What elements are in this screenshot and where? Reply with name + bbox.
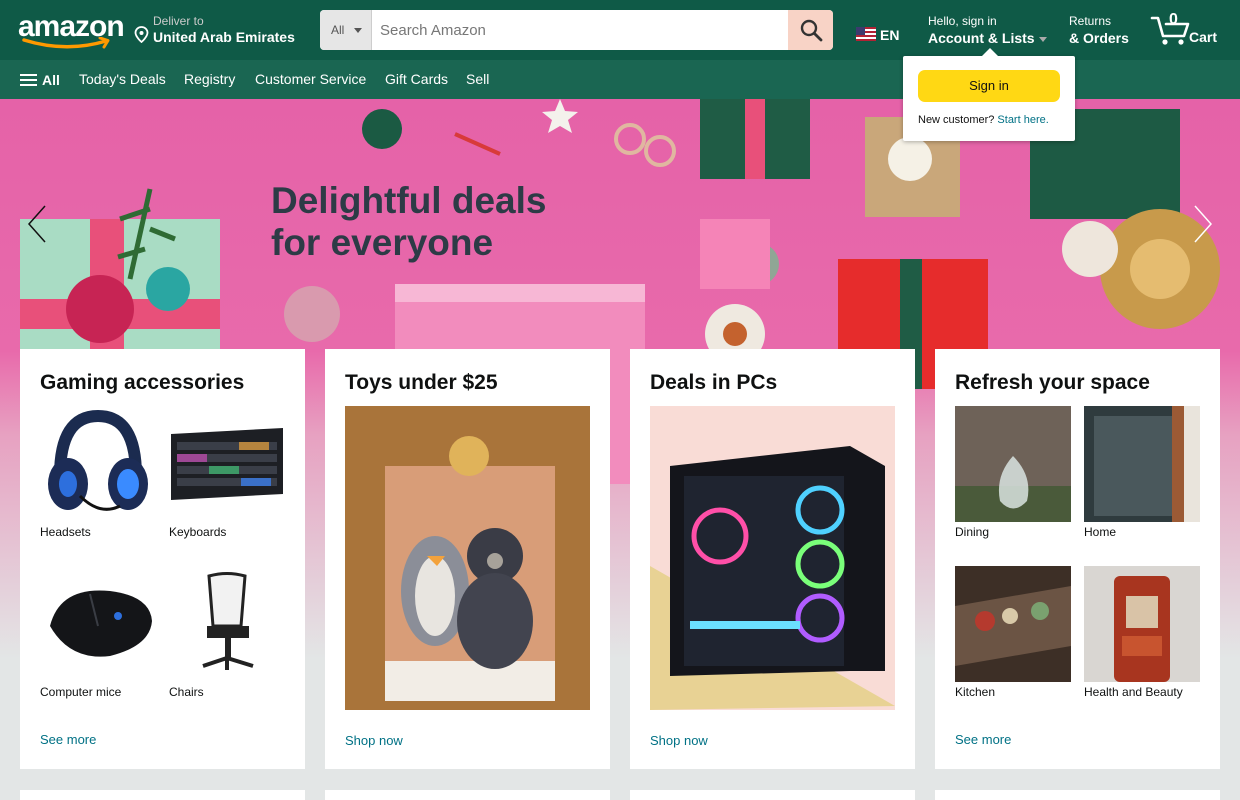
pcs-image[interactable] [650, 406, 895, 710]
search-category-dropdown[interactable]: All [320, 10, 372, 50]
subnav-item-registry[interactable]: Registry [184, 71, 235, 87]
kitchen-image [955, 566, 1071, 682]
keyboards-image [169, 406, 285, 522]
tile-label: Keyboards [169, 525, 227, 539]
tile-label: Headsets [40, 525, 91, 539]
tile-keyboards[interactable]: Keyboards [169, 406, 285, 539]
language-code: EN [880, 27, 900, 43]
health-and-beauty-image [1084, 566, 1200, 682]
new-customer-text: New customer? Start here. [918, 114, 1049, 126]
subnav-item-customer-service[interactable]: Customer Service [255, 71, 366, 87]
hero-title-line-2: for everyone [271, 222, 494, 263]
us-flag-icon [856, 27, 876, 41]
search-category-label: All [331, 23, 345, 37]
search-icon [800, 19, 822, 42]
card-title: Refresh your space [955, 371, 1150, 394]
subnav-item-gift-cards[interactable]: Gift Cards [385, 71, 448, 87]
headsets-image [40, 406, 156, 522]
chairs-image [169, 566, 285, 682]
amazon-logo[interactable]: amazon [18, 12, 125, 50]
tile-dining[interactable]: Dining [955, 406, 1071, 539]
returns-label: Returns [1069, 14, 1112, 28]
carousel-next-icon[interactable] [1192, 204, 1214, 244]
location-pin-icon [134, 26, 149, 43]
tile-label: Home [1084, 525, 1117, 539]
hamburger-icon [20, 71, 37, 89]
returns-and-orders[interactable]: Returns & Orders [1069, 14, 1129, 46]
card-title: Gaming accessories [40, 371, 245, 394]
account-and-lists[interactable]: Hello, sign in Account & Lists [928, 14, 1047, 46]
tile-headsets[interactable]: Headsets [40, 406, 156, 539]
flyout-arrow [982, 48, 998, 56]
chevron-down-icon [1038, 36, 1047, 42]
subnav-item-todays-deals[interactable]: Today's Deals [79, 71, 166, 87]
orders-label: & Orders [1069, 30, 1129, 46]
signin-button[interactable]: Sign in [918, 70, 1060, 102]
tile-home[interactable]: Home [1084, 406, 1200, 539]
card-next-row [935, 790, 1220, 800]
account-label: Account & Lists [928, 30, 1035, 46]
subnav-item-sell[interactable]: Sell [466, 71, 489, 87]
chevron-down-icon [354, 28, 362, 33]
tile-label: Computer mice [40, 685, 122, 699]
tile-label: Health and Beauty [1084, 685, 1183, 699]
card-gaming-accessories: Gaming accessories Headsets Keyboards Co… [20, 349, 305, 769]
card-toys-under-25: Toys under $25 Shop now [325, 349, 610, 769]
tile-kitchen[interactable]: Kitchen [955, 566, 1071, 699]
tile-chairs[interactable]: Chairs [169, 566, 285, 699]
shop-now-link[interactable]: Shop now [650, 733, 708, 748]
top-nav: amazon Deliver to United Arab Emirates A… [0, 0, 1240, 60]
cart-button[interactable]: 0 Cart [1150, 10, 1224, 50]
cart-label: Cart [1189, 29, 1218, 45]
card-next-row [325, 790, 610, 800]
search-bar: All [320, 10, 833, 50]
hero-title: Delightful deals for everyone [271, 180, 546, 264]
dining-image [955, 406, 1071, 522]
search-button[interactable] [788, 10, 833, 50]
search-input[interactable] [372, 10, 788, 50]
all-menu-button[interactable]: All [20, 71, 60, 89]
cart-count: 0 [1169, 11, 1178, 28]
card-next-row [20, 790, 305, 800]
card-title: Toys under $25 [345, 371, 498, 394]
see-more-link[interactable]: See more [40, 732, 96, 747]
card-next-row [630, 790, 915, 800]
carousel-prev-icon[interactable] [26, 204, 48, 244]
new-customer-label: New customer? [918, 114, 995, 126]
deliver-location: United Arab Emirates [153, 29, 295, 45]
tile-health-and-beauty[interactable]: Health and Beauty [1084, 566, 1200, 699]
tile-label: Kitchen [955, 685, 996, 699]
toys-image[interactable] [345, 406, 590, 710]
hero-title-line-1: Delightful deals [271, 180, 547, 221]
tile-computer-mice[interactable]: Computer mice [40, 566, 156, 699]
card-refresh-your-space: Refresh your space Dining Home Kitchen H… [935, 349, 1220, 769]
deliver-to-label: Deliver to [153, 14, 204, 28]
see-more-link[interactable]: See more [955, 732, 1011, 747]
home-image [1084, 406, 1200, 522]
logo-smile-icon [22, 37, 110, 49]
card-title: Deals in PCs [650, 371, 778, 394]
all-menu-label: All [42, 72, 60, 88]
account-greeting: Hello, sign in [928, 14, 997, 28]
tile-label: Chairs [169, 685, 204, 699]
tile-label: Dining [955, 525, 990, 539]
shop-now-link[interactable]: Shop now [345, 733, 403, 748]
computer-mice-image [40, 566, 156, 682]
start-here-link[interactable]: Start here. [997, 114, 1048, 126]
card-deals-in-pcs: Deals in PCs Shop now [630, 349, 915, 769]
signin-flyout: Sign in New customer? Start here. [903, 48, 1075, 141]
